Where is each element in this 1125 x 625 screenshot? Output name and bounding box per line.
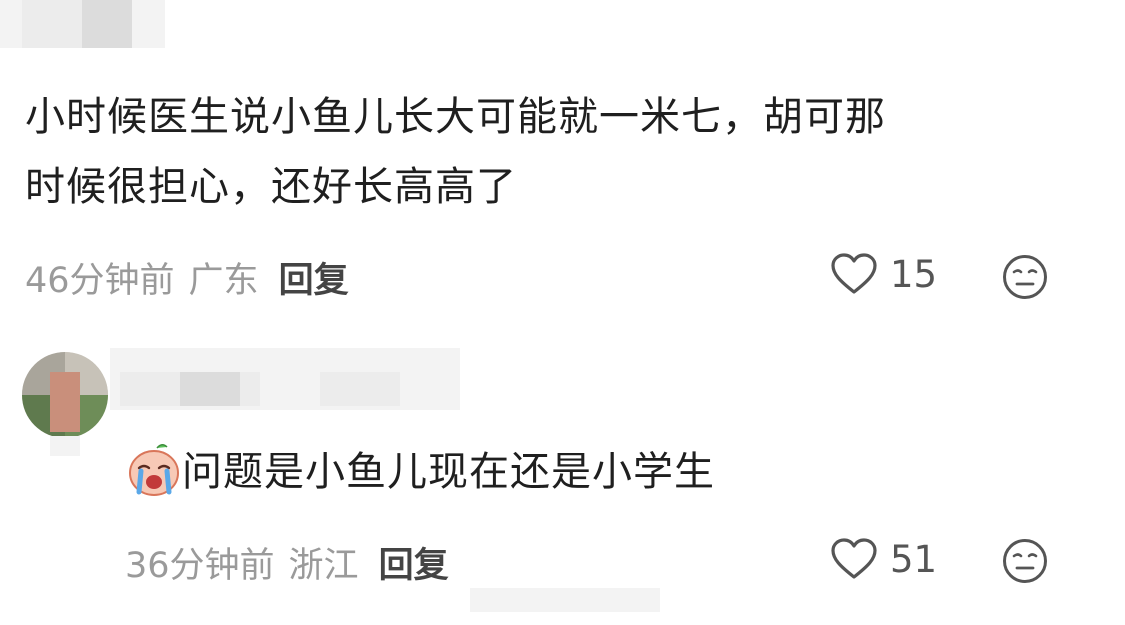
comment-1-reply-button[interactable]: 回复: [279, 261, 349, 301]
comment-2-reply-button[interactable]: 回复: [379, 546, 449, 586]
comment-2-meta: 36分钟前 浙江 回复: [125, 537, 449, 588]
heart-outline-icon: [831, 253, 877, 294]
comment-2-text: 问题是小鱼儿现在还是小学生: [182, 449, 715, 495]
comment-1-line-2: 时候很担心，还好长高高了: [25, 164, 517, 210]
crying-face-emoji: [129, 444, 179, 496]
comment-1-meta: 46分钟前 广东 回复: [25, 252, 349, 303]
comment-2-like-count: 51: [890, 537, 938, 581]
comment-1-line-1: 小时候医生说小鱼儿长大可能就一米七，胡可那: [25, 94, 886, 140]
comment-2-like-button[interactable]: 51: [830, 537, 937, 581]
comment-2-location: 浙江: [288, 546, 359, 586]
comment-1-time: 46分钟前: [25, 261, 175, 301]
comment-1-like-count: 15: [890, 252, 938, 296]
watermark: [470, 588, 660, 612]
comment-1-like-button[interactable]: 15: [830, 252, 937, 296]
comment-1-location: 广东: [188, 261, 259, 301]
meh-face-icon[interactable]: [1002, 254, 1048, 300]
avatar[interactable]: [22, 352, 108, 438]
meh-face-icon[interactable]: [1002, 538, 1048, 584]
heart-outline-icon: [831, 538, 877, 579]
comment-2-time: 36分钟前: [125, 546, 275, 586]
comment-1-text: 小时候医生说小鱼儿长大可能就一米七，胡可那 时候很担心，还好长高高了: [25, 82, 1115, 222]
